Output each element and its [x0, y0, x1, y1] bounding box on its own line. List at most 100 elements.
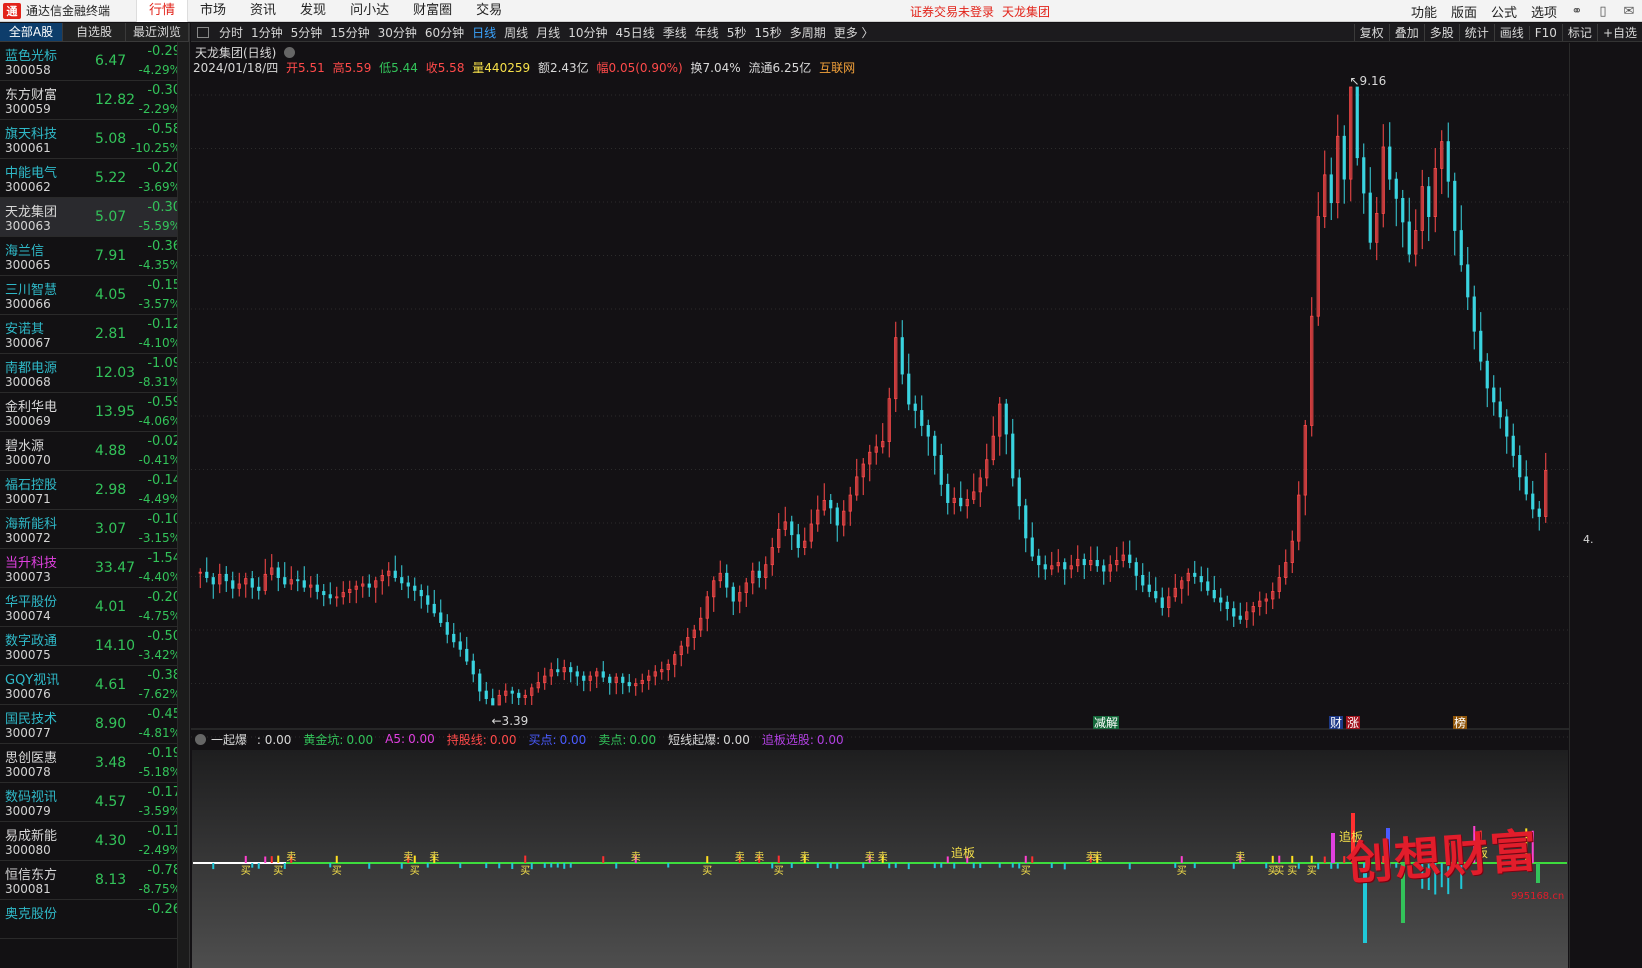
stock-row[interactable]: 旗天科技 300061 5.08 -0.58 -10.25%	[0, 120, 189, 159]
chart-tool-button[interactable]: 叠加	[1388, 24, 1424, 41]
indicator-bar	[790, 863, 793, 868]
stock-code: 300076	[5, 687, 51, 701]
tab-watchlist[interactable]: 自选股	[63, 23, 126, 41]
sidebar-toggle-icon[interactable]	[197, 26, 209, 38]
chart-dropdown-icon[interactable]	[284, 47, 296, 58]
menu-layout[interactable]: 版面	[1444, 2, 1484, 21]
period-button[interactable]: 15分钟	[326, 24, 373, 41]
stock-row[interactable]: 福石控股 300071 2.98 -0.14 -4.49%	[0, 471, 189, 510]
top-menu-item[interactable]: 交易	[464, 0, 514, 22]
stock-row[interactable]: 奥克股份 -0.26	[0, 900, 189, 939]
stock-name: 国民技术	[5, 712, 58, 727]
candle	[374, 576, 378, 603]
period-button[interactable]: 周线	[500, 24, 532, 41]
candle	[452, 623, 456, 648]
candle	[861, 458, 865, 496]
stock-row[interactable]: 海兰信 300065 7.91 -0.36 -4.35%	[0, 237, 189, 276]
stock-row[interactable]: 南都电源 300068 12.03 -1.09 -8.31%	[0, 354, 189, 393]
tab-all-a-shares[interactable]: 全部A股	[0, 23, 63, 41]
phone-icon[interactable]: ▯	[1590, 0, 1616, 22]
menu-formula[interactable]: 公式	[1484, 2, 1524, 21]
headset-icon[interactable]: ⚭	[1564, 0, 1590, 22]
period-button[interactable]: 30分钟	[374, 24, 421, 41]
stock-row[interactable]: 蓝色光标 300058 6.47 -0.29 -4.29%	[0, 42, 189, 81]
stock-row[interactable]: 东方财富 300059 12.82 -0.30 -2.29%	[0, 81, 189, 120]
period-button[interactable]: 5分钟	[287, 24, 327, 41]
stock-row[interactable]: GQY视讯 300076 4.61 -0.38 -7.62%	[0, 666, 189, 705]
stock-row[interactable]: 华平股份 300074 4.01 -0.20 -4.75%	[0, 588, 189, 627]
stock-row[interactable]: 天龙集团 300063 5.07 -0.30 -5.59%	[0, 198, 189, 237]
period-list: 分时 1分钟 5分钟 15分钟 30分钟 60分钟 日线 周线 月线 10分钟 45日线 季线 年线 5秒…	[215, 24, 878, 41]
period-button[interactable]: 60分钟	[421, 24, 468, 41]
stock-row[interactable]: 碧水源 300070 4.88 -0.02 -0.41%	[0, 432, 189, 471]
top-menu-item[interactable]: 资讯	[238, 0, 288, 22]
stock-row[interactable]: 安诺其 300067 2.81 -0.12 -4.10%	[0, 315, 189, 354]
stock-price: 14.10	[95, 638, 136, 654]
stock-row[interactable]: 思创医惠 300078 3.48 -0.19 -5.18%	[0, 744, 189, 783]
stock-change-pct: -4.06%	[138, 414, 181, 428]
period-button[interactable]: 1分钟	[247, 24, 287, 41]
indicator-dropdown-icon[interactable]	[195, 733, 206, 745]
indicator-signal-label: 卖	[403, 851, 413, 863]
stock-row[interactable]: 中能电气 300062 5.22 -0.20 -3.69%	[0, 159, 189, 198]
candle	[237, 572, 241, 597]
period-button[interactable]: 10分钟	[564, 24, 611, 41]
menu-function[interactable]: 功能	[1404, 2, 1444, 21]
stock-row[interactable]: 三川智慧 300066 4.05 -0.15 -3.57%	[0, 276, 189, 315]
stock-row[interactable]: 海新能科 300072 3.07 -0.10 -3.15%	[0, 510, 189, 549]
stock-row[interactable]: 数码视讯 300079 4.57 -0.17 -3.59%	[0, 783, 189, 822]
indicator-signal-label: 买	[241, 865, 251, 877]
chart-tool-button[interactable]: 统计	[1458, 24, 1494, 41]
tab-recent[interactable]: 最近浏览	[126, 23, 189, 41]
stock-change: -0.45	[147, 707, 181, 722]
message-icon[interactable]: ✉	[1616, 0, 1642, 22]
period-button[interactable]: 5秒	[723, 24, 751, 41]
stock-price: 13.95	[95, 404, 136, 420]
menu-options[interactable]: 选项	[1524, 2, 1564, 21]
stock-row[interactable]: 数字政通 300075 14.10 -0.50 -3.42%	[0, 627, 189, 666]
period-button[interactable]: 日线	[468, 24, 500, 41]
stock-row[interactable]: 易成新能 300080 4.30 -0.11 -2.49%	[0, 822, 189, 861]
chart-tool-button[interactable]: 多股	[1423, 24, 1459, 41]
period-button[interactable]: 月线	[532, 24, 564, 41]
stock-change-pct: -4.49%	[138, 492, 181, 506]
stock-change: -0.11	[147, 824, 181, 839]
stock-code: 300067	[5, 336, 51, 350]
top-menu-item[interactable]: 市场	[188, 0, 238, 22]
event-tag: 榜	[1454, 715, 1466, 730]
login-company[interactable]: 天龙集团	[1002, 3, 1050, 20]
period-button[interactable]: 15秒	[750, 24, 785, 41]
chart-tool-button[interactable]: +自选	[1596, 24, 1642, 41]
period-button[interactable]: 季线	[659, 24, 691, 41]
stock-row[interactable]: 国民技术 300077 8.90 -0.45 -4.81%	[0, 705, 189, 744]
candle	[868, 444, 872, 482]
stock-price: 12.82	[95, 92, 136, 108]
price-scale	[1569, 43, 1642, 968]
period-button[interactable]: 分时	[215, 24, 247, 41]
period-button[interactable]: 年线	[691, 24, 723, 41]
stock-row[interactable]: 当升科技 300073 33.47 -1.54 -4.40%	[0, 549, 189, 588]
candle	[1511, 423, 1515, 468]
candle	[1193, 560, 1197, 584]
period-button[interactable]: 更多 〉	[830, 24, 878, 41]
candle	[1498, 387, 1502, 429]
period-button[interactable]: 多周期	[786, 24, 830, 41]
kline-chart-area[interactable]: ↖9.16 ←3.39 减解 财涨 榜 天龙集团(日线) 2024/01/18/四 开5…	[191, 43, 1642, 968]
login-status[interactable]: 证券交易未登录	[910, 3, 994, 20]
top-menu-item[interactable]: 财富圈	[401, 0, 464, 22]
period-button[interactable]: 45日线	[611, 24, 658, 41]
chart-tool-button[interactable]: 复权	[1353, 24, 1389, 41]
top-menu-item[interactable]: 发现	[288, 0, 338, 22]
stock-row[interactable]: 恒信东方 300081 8.13 -0.78 -8.75%	[0, 861, 189, 900]
stock-list-scrollbar[interactable]	[177, 42, 189, 968]
top-menu-item[interactable]: 行情	[136, 0, 189, 22]
chart-tool-button[interactable]: F10	[1528, 25, 1562, 40]
chart-tool-button[interactable]: 标记	[1561, 24, 1597, 41]
info-sector[interactable]: 互联网	[819, 61, 855, 75]
event-tag: 减解	[1094, 716, 1118, 730]
chart-tool-button[interactable]: 画线	[1493, 24, 1529, 41]
stock-row[interactable]: 金利华电 300069 13.95 -0.59 -4.06%	[0, 393, 189, 432]
top-menu-item[interactable]: 问小达	[338, 0, 401, 22]
candle	[1024, 498, 1028, 553]
candle	[218, 563, 222, 594]
